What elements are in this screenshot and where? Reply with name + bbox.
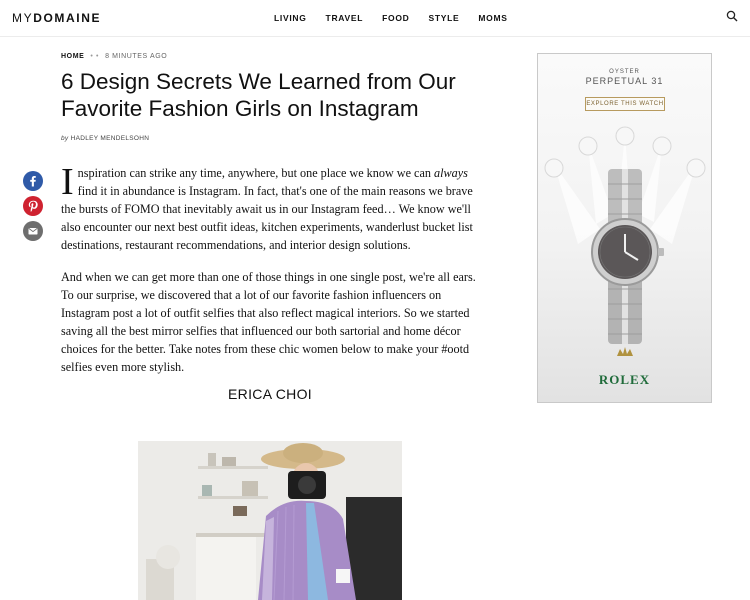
pinterest-icon	[28, 200, 38, 212]
breadcrumb-separator: • •	[90, 53, 100, 60]
ad-brand-name: ROLEX	[598, 372, 651, 387]
nav-moms[interactable]: MOMS	[478, 13, 507, 23]
nav-food[interactable]: FOOD	[382, 13, 409, 23]
article-title: 6 Design Secrets We Learned from Our Fav…	[61, 69, 456, 121]
nav-living[interactable]: LIVING	[274, 13, 307, 23]
logo-rest: DOMAINE	[33, 11, 102, 25]
breadcrumb-home[interactable]: HOME	[61, 53, 84, 60]
article-paragraph-2: And when we can get more than one of tho…	[61, 270, 476, 374]
section-heading: ERICA CHOI	[228, 386, 312, 402]
paragraph-1-text-a: nspiration can strike any time, anywhere…	[77, 166, 435, 180]
breadcrumb: HOME • • 8 MINUTES AGO	[61, 53, 167, 60]
article-paragraph-1: Inspiration can strike any time, anywher…	[61, 161, 479, 254]
byline: by HADLEY MENDELSOHN	[61, 135, 149, 142]
search-icon[interactable]	[726, 10, 738, 22]
drop-cap: I	[61, 161, 74, 203]
nav-travel[interactable]: TRAVEL	[326, 13, 364, 23]
explore-watch-button[interactable]: EXPLORE THIS WATCH	[585, 97, 665, 111]
site-header: MYDOMAINE LIVING TRAVEL FOOD STYLE MOMS	[0, 0, 750, 37]
email-icon	[28, 228, 38, 235]
byline-prefix: by	[61, 135, 69, 142]
site-logo[interactable]: MYDOMAINE	[12, 11, 101, 25]
photo-illustration	[138, 441, 402, 600]
author-name[interactable]: HADLEY MENDELSOHN	[71, 135, 150, 142]
ad-model-name: PERPETUAL 31	[585, 76, 664, 86]
email-share-button[interactable]	[23, 221, 43, 241]
nav-style[interactable]: STYLE	[428, 13, 459, 23]
instagram-outfit-photo	[138, 441, 402, 600]
facebook-icon	[30, 176, 36, 187]
rolex-advertisement[interactable]: OYSTER PERPETUAL 31 EXPLORE THIS WATCH R…	[537, 53, 712, 403]
paragraph-1-text-b: find it in abundance is Instagram. In fa…	[61, 184, 473, 252]
published-time: 8 MINUTES AGO	[105, 53, 168, 60]
emphasis-always: always	[434, 166, 468, 180]
logo-prefix: MY	[12, 11, 34, 25]
main-nav: LIVING TRAVEL FOOD STYLE MOMS	[274, 13, 527, 23]
facebook-share-button[interactable]	[23, 171, 43, 191]
pinterest-share-button[interactable]	[23, 196, 43, 216]
ad-oyster-label: OYSTER	[609, 69, 640, 75]
